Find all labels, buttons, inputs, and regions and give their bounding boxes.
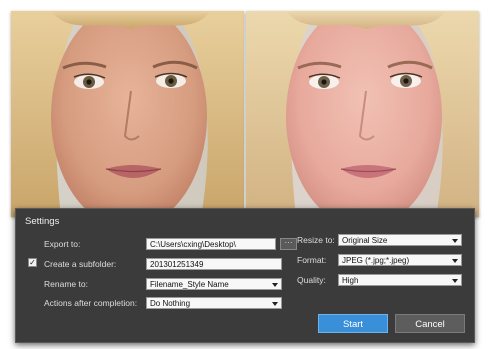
actions-after-completion-label: Actions after completion: <box>44 298 138 308</box>
actions-value: Do Nothing <box>150 299 191 308</box>
format-label: Format: <box>297 255 327 265</box>
format-value: JPEG (*.jpg;*.jpeg) <box>342 256 410 265</box>
create-subfolder-label: Create a subfolder: <box>44 259 117 269</box>
start-button[interactable]: Start <box>318 314 388 333</box>
chevron-down-icon <box>452 259 458 263</box>
before-photo <box>11 11 244 217</box>
rename-to-value: Filename_Style Name <box>150 280 229 289</box>
chevron-down-icon <box>272 302 278 306</box>
resize-to-select[interactable]: Original Size <box>338 234 462 246</box>
quality-label: Quality: <box>297 275 326 285</box>
rename-to-select[interactable]: Filename_Style Name <box>146 278 282 290</box>
settings-title: Settings <box>25 216 60 227</box>
after-portrait-image <box>246 11 479 217</box>
resize-to-value: Original Size <box>342 236 388 245</box>
after-photo <box>246 11 479 217</box>
settings-panel: Settings Export to: C:\Users\cxing\Deskt… <box>15 208 475 343</box>
actions-after-completion-select[interactable]: Do Nothing <box>146 297 282 309</box>
chevron-down-icon <box>272 283 278 287</box>
export-to-label: Export to: <box>44 239 81 249</box>
before-portrait-image <box>11 11 244 217</box>
quality-select[interactable]: High <box>338 274 462 286</box>
resize-to-label: Resize to: <box>297 235 335 245</box>
quality-value: High <box>342 276 359 285</box>
browse-button[interactable]: ··· <box>280 238 297 250</box>
chevron-down-icon <box>452 239 458 243</box>
export-path-input[interactable]: C:\Users\cxing\Desktop\ <box>146 238 276 250</box>
subfolder-checkbox[interactable]: ✓ <box>28 258 37 267</box>
rename-to-label: Rename to: <box>44 279 88 289</box>
chevron-down-icon <box>452 279 458 283</box>
subfolder-name-input[interactable]: 201301251349 <box>146 258 282 270</box>
cancel-button[interactable]: Cancel <box>395 314 465 333</box>
format-select[interactable]: JPEG (*.jpg;*.jpeg) <box>338 254 462 266</box>
